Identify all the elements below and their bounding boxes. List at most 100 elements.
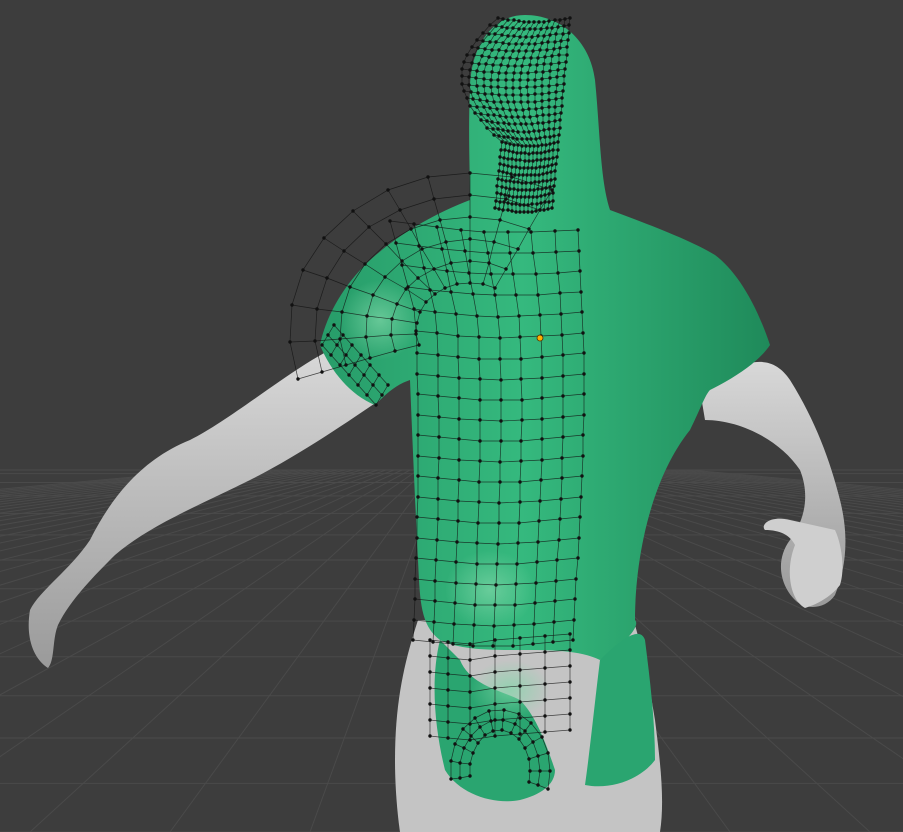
mesh-vertex[interactable] [518,78,522,82]
mesh-vertex[interactable] [538,136,542,140]
mesh-vertex[interactable] [500,25,504,29]
mesh-vertex[interactable] [526,203,530,207]
mesh-vertex[interactable] [492,240,496,244]
mesh-vertex[interactable] [518,716,522,720]
mesh-vertex[interactable] [338,363,342,367]
mesh-vertex[interactable] [495,184,499,188]
mesh-vertex[interactable] [457,478,461,482]
mesh-vertex[interactable] [582,351,586,355]
mesh-vertex[interactable] [491,63,495,67]
mesh-vertex[interactable] [568,648,572,652]
mesh-vertex[interactable] [533,173,537,177]
mesh-vertex[interactable] [554,90,558,94]
mesh-vertex[interactable] [424,300,428,304]
mesh-vertex[interactable] [353,363,357,367]
mesh-vertex[interactable] [548,142,552,146]
mesh-vertex[interactable] [506,135,510,139]
mesh-vertex[interactable] [468,674,472,678]
mesh-vertex[interactable] [539,27,543,31]
mesh-vertex[interactable] [525,137,529,141]
mesh-vertex[interactable] [528,115,532,119]
mesh-vertex[interactable] [501,128,505,132]
mesh-vertex[interactable] [519,122,523,126]
mesh-vertex[interactable] [549,178,553,182]
mesh-vertex[interactable] [487,709,491,713]
mesh-vertex[interactable] [467,83,471,87]
mesh-vertex[interactable] [555,558,559,562]
mesh-vertex[interactable] [416,433,420,437]
mesh-vertex[interactable] [540,92,544,96]
mesh-vertex[interactable] [527,195,531,199]
mesh-vertex[interactable] [568,16,572,20]
mesh-vertex[interactable] [547,200,551,204]
mesh-vertex[interactable] [582,392,586,396]
mesh-vertex[interactable] [451,642,455,646]
mesh-vertex[interactable] [546,787,550,791]
mesh-vertex[interactable] [553,169,557,173]
mesh-vertex[interactable] [486,113,490,117]
mesh-vertex[interactable] [468,171,472,175]
mesh-vertex[interactable] [506,64,510,68]
mesh-vertex[interactable] [431,640,435,644]
mesh-vertex[interactable] [519,195,523,199]
mesh-vertex[interactable] [536,121,540,125]
mesh-vertex[interactable] [320,370,324,374]
mesh-vertex[interactable] [432,620,436,624]
mesh-vertex[interactable] [556,68,560,72]
mesh-vertex[interactable] [511,272,515,276]
mesh-vertex[interactable] [541,172,545,176]
mesh-vertex[interactable] [489,719,493,723]
mesh-vertex[interactable] [496,16,500,20]
mesh-vertex[interactable] [400,263,404,267]
mesh-vertex[interactable] [563,67,567,71]
mesh-vertex[interactable] [504,71,508,75]
mesh-vertex[interactable] [526,78,530,82]
mesh-vertex[interactable] [527,152,531,156]
mesh-vertex[interactable] [529,230,533,234]
mesh-vertex[interactable] [535,202,539,206]
mesh-vertex[interactable] [514,42,518,46]
mesh-vertex[interactable] [338,337,342,341]
mesh-vertex[interactable] [529,721,533,725]
mesh-vertex[interactable] [362,373,366,377]
mesh-vertex[interactable] [536,34,540,38]
mesh-vertex[interactable] [513,173,517,177]
mesh-vertex[interactable] [520,188,524,192]
mesh-vertex[interactable] [322,236,326,240]
mesh-vertex[interactable] [326,333,330,337]
mesh-vertex[interactable] [460,67,464,71]
mesh-vertex[interactable] [455,282,459,286]
mesh-vertex[interactable] [501,107,505,111]
mesh-vertex[interactable] [533,100,537,104]
mesh-vertex[interactable] [548,135,552,139]
mesh-vertex[interactable] [508,108,512,112]
mesh-vertex[interactable] [554,32,558,36]
mesh-vertex[interactable] [535,195,539,199]
mesh-vertex[interactable] [484,62,488,66]
mesh-vertex[interactable] [530,35,534,39]
mesh-vertex[interactable] [478,98,482,102]
mesh-vertex[interactable] [485,126,489,130]
mesh-vertex[interactable] [495,562,499,566]
mesh-vertex[interactable] [520,42,524,46]
mesh-vertex[interactable] [518,35,522,39]
mesh-vertex[interactable] [446,656,450,660]
mesh-vertex[interactable] [581,331,585,335]
mesh-vertex[interactable] [518,732,522,736]
mesh-vertex[interactable] [377,373,381,377]
mesh-vertex[interactable] [523,746,527,750]
mesh-vertex[interactable] [468,193,472,197]
mesh-vertex[interactable] [526,166,530,170]
mesh-vertex[interactable] [545,179,549,183]
mesh-vertex[interactable] [545,171,549,175]
mesh-vertex[interactable] [490,70,494,74]
mesh-vertex[interactable] [527,159,531,163]
mesh-vertex[interactable] [428,288,432,292]
mesh-vertex[interactable] [413,597,417,601]
mesh-vertex[interactable] [499,63,503,67]
mesh-vertex[interactable] [340,310,344,314]
mesh-vertex[interactable] [522,27,526,31]
mesh-vertex[interactable] [562,74,566,78]
mesh-vertex[interactable] [516,247,520,251]
mesh-vertex[interactable] [359,353,363,357]
